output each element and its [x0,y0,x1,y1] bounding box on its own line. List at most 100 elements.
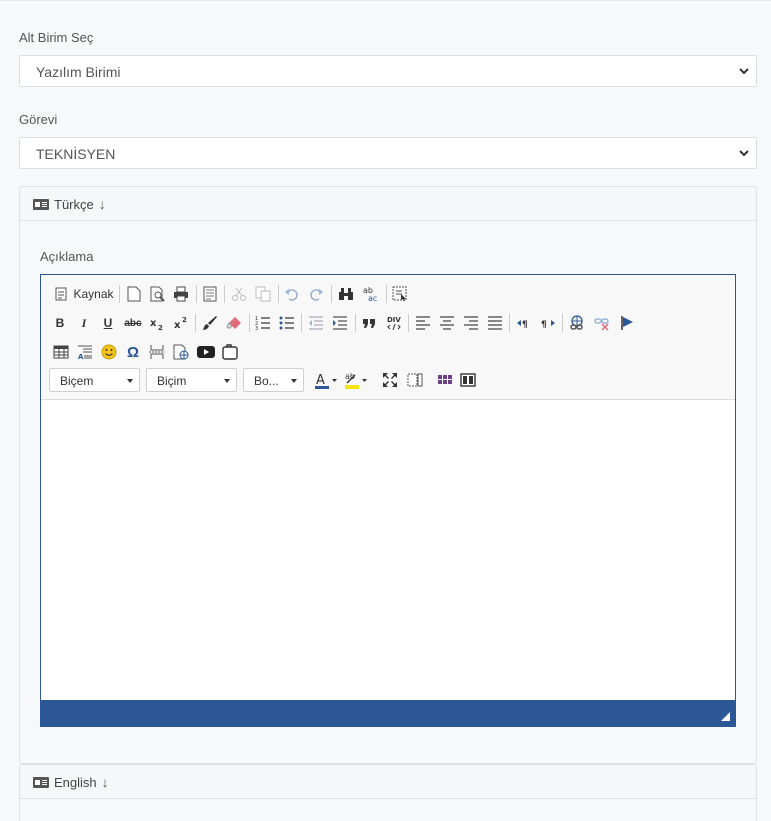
font-size-combo-value: Bo... [254,374,279,388]
source-label: Kaynak [73,287,114,301]
redo-button[interactable] [306,284,326,304]
select-all-icon [392,286,407,301]
blockquote-button[interactable] [359,313,379,333]
page-break-button[interactable] [147,342,167,362]
iframe-button[interactable] [171,342,191,362]
align-right-button[interactable] [461,313,481,333]
grid-button[interactable] [435,370,455,390]
alt-birim-value: Yazılım Birimi [36,64,121,80]
bulleted-list-button[interactable] [277,313,297,333]
underline-button[interactable]: U [99,313,117,333]
grid-icon [438,375,452,384]
arrow-down-icon: ↓ [98,196,106,212]
svg-text:2: 2 [182,316,187,324]
frame-icon [222,344,238,360]
maximize-button[interactable] [380,370,400,390]
columns-button[interactable] [458,370,478,390]
turkce-panel-header[interactable]: Türkçe ↓ [20,187,756,221]
alt-birim-select[interactable]: Yazılım Birimi [19,55,757,87]
horizontal-rule-button[interactable]: A [75,342,95,362]
columns-icon [460,373,476,387]
source-icon [55,287,67,301]
english-panel-header[interactable]: English ↓ [20,765,756,799]
language-icon [33,776,49,788]
text-direction-ltr-icon: ¶ [517,320,528,330]
align-center-button[interactable] [437,313,457,333]
editor-content-area[interactable] [41,400,735,700]
preview-icon [150,286,165,302]
table-button[interactable] [51,342,71,362]
toolbar-separator [355,314,356,332]
text-direction-rtl-icon: ¶ [541,320,555,330]
alt-birim-label: Alt Birim Seç [19,30,94,45]
editor-toolbar: Kaynak ab ac B I U abc x 2 x 2 1 2 3 DIV… [41,275,735,400]
special-char-button[interactable]: Ω [123,342,143,362]
link-button[interactable] [567,313,587,333]
new-page-icon [127,286,141,302]
anchor-button[interactable] [617,313,637,333]
show-blocks-toggle-button[interactable] [405,370,425,390]
text-color-button[interactable]: A [313,370,339,390]
select-all-button[interactable] [390,284,410,304]
background-color-button[interactable]: ab [343,370,369,390]
toolbar-separator [224,285,225,303]
cut-button[interactable] [229,284,249,304]
print-button[interactable] [171,284,191,304]
styles-combo[interactable]: Biçem [49,368,140,392]
outdent-button[interactable] [306,313,326,333]
toolbar-separator [509,314,510,332]
preview-button[interactable] [148,284,168,304]
indent-button[interactable] [330,313,350,333]
copy-format-button[interactable] [200,313,220,333]
top-divider [0,0,771,1]
ltr-button[interactable]: ¶ [514,313,534,333]
svg-text:3: 3 [255,326,258,331]
replace-button[interactable]: ab ac [360,284,382,304]
format-combo[interactable]: Biçim [146,368,237,392]
bold-button[interactable]: B [51,313,69,333]
font-size-combo[interactable]: Bo... [243,368,304,392]
unlink-button[interactable] [592,313,612,333]
toolbar-separator [195,314,196,332]
gorevi-select[interactable]: TEKNİSYEN [19,137,757,169]
toolbar-separator [196,285,197,303]
svg-text:2: 2 [158,324,163,331]
justify-icon [488,316,502,330]
justify-button[interactable] [485,313,505,333]
print-icon [174,286,188,302]
youtube-button[interactable] [195,342,217,362]
show-blocks-button[interactable] [220,342,240,362]
div-container-icon: DIV [387,316,401,331]
svg-text:DIV: DIV [387,316,401,324]
text-color-icon: A [315,373,337,389]
superscript-button[interactable]: x2 [171,313,191,333]
toolbar-separator [119,285,120,303]
rich-text-editor: Kaynak ab ac B I U abc x 2 x 2 1 2 3 DIV… [40,274,736,727]
templates-button[interactable] [200,284,220,304]
undo-button[interactable] [282,284,302,304]
svg-text:A: A [316,373,325,388]
copy-button[interactable] [253,284,273,304]
strikethrough-button[interactable]: abc [122,313,144,333]
youtube-icon [197,346,215,358]
english-panel: English ↓ [19,764,757,821]
align-left-button[interactable] [413,313,433,333]
superscript-icon: x2 [174,316,187,331]
text-block-icon: A [78,345,92,360]
create-div-button[interactable]: DIV [383,313,405,333]
align-left-icon [416,316,430,330]
italic-button[interactable]: I [75,313,93,333]
source-button[interactable]: Kaynak [53,284,115,304]
new-page-button[interactable] [124,284,144,304]
find-button[interactable] [336,284,356,304]
styles-combo-value: Biçem [60,374,94,388]
subscript-button[interactable]: x2 [147,313,167,333]
resize-handle-icon[interactable] [721,712,730,721]
smiley-button[interactable] [99,342,119,362]
numbered-list-button[interactable]: 123 [253,313,273,333]
rtl-button[interactable]: ¶ [538,313,558,333]
copy-icon [255,286,271,302]
english-panel-title: English [54,774,97,790]
remove-format-button[interactable] [224,313,244,333]
table-icon [53,345,69,359]
